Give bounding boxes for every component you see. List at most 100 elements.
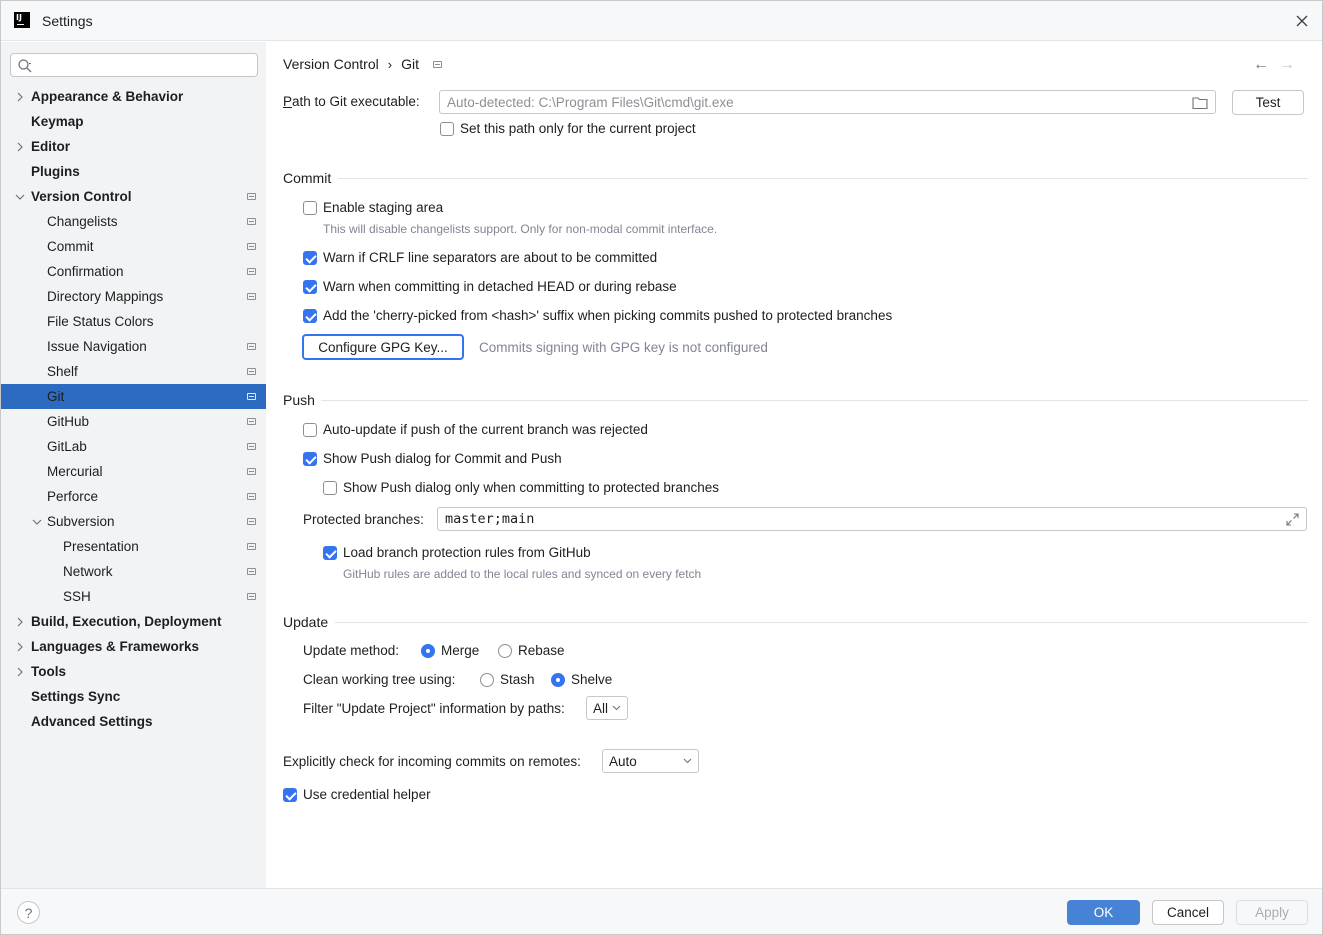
sidebar-item-mercurial[interactable]: Mercurial xyxy=(1,459,266,484)
cancel-button[interactable]: Cancel xyxy=(1152,900,1224,925)
chevron-down-icon xyxy=(32,519,42,525)
project-scope-icon xyxy=(247,568,256,575)
sidebar-item-label: File Status Colors xyxy=(47,314,154,329)
search-icon xyxy=(18,59,32,73)
credential-helper-checkbox[interactable]: Use credential helper xyxy=(283,787,431,802)
close-button[interactable] xyxy=(1292,11,1312,31)
sidebar-item-changelists[interactable]: Changelists xyxy=(1,209,266,234)
dialog-button-bar: ? OK Cancel Apply xyxy=(1,888,1322,934)
settings-sidebar: Appearance & Behavior Keymap Editor Plug… xyxy=(1,42,266,888)
project-scope-icon xyxy=(247,218,256,225)
incoming-commits-label: Explicitly check for incoming commits on… xyxy=(283,754,581,769)
sidebar-item-languages-frameworks[interactable]: Languages & Frameworks xyxy=(1,634,266,659)
sidebar-item-plugins[interactable]: Plugins xyxy=(1,159,266,184)
sidebar-item-issue-navigation[interactable]: Issue Navigation xyxy=(1,334,266,359)
protected-branches-input[interactable] xyxy=(438,508,1306,530)
chevron-right-icon xyxy=(17,617,23,627)
sidebar-item-git[interactable]: Git xyxy=(1,384,266,409)
protected-branches-field xyxy=(437,507,1307,531)
staging-area-checkbox[interactable]: Enable staging area xyxy=(303,200,443,215)
checkbox-box xyxy=(323,545,337,560)
sidebar-item-label: Build, Execution, Deployment xyxy=(31,614,222,629)
forward-arrow-icon[interactable]: → xyxy=(1279,56,1295,74)
checkbox-box xyxy=(303,200,317,215)
apply-button[interactable]: Apply xyxy=(1236,900,1308,925)
sidebar-item-file-status-colors[interactable]: File Status Colors xyxy=(1,309,266,334)
intellij-logo-icon: IJ xyxy=(14,12,30,28)
settings-search xyxy=(10,53,258,77)
merge-radio[interactable]: Merge xyxy=(421,643,479,658)
sidebar-item-presentation[interactable]: Presentation xyxy=(1,534,266,559)
sidebar-item-github[interactable]: GitHub xyxy=(1,409,266,434)
sidebar-item-network[interactable]: Network xyxy=(1,559,266,584)
filter-paths-label: Filter "Update Project" information by p… xyxy=(303,701,565,716)
sidebar-item-shelf[interactable]: Shelf xyxy=(1,359,266,384)
sidebar-item-tools[interactable]: Tools xyxy=(1,659,266,684)
show-push-dialog-checkbox[interactable]: Show Push dialog for Commit and Push xyxy=(303,451,562,466)
sidebar-item-perforce[interactable]: Perforce xyxy=(1,484,266,509)
project-only-checkbox[interactable]: Set this path only for the current proje… xyxy=(440,121,696,136)
sidebar-item-label: Plugins xyxy=(31,164,80,179)
sidebar-item-label: Tools xyxy=(31,664,66,679)
github-protection-rules-checkbox[interactable]: Load branch protection rules from GitHub xyxy=(323,545,591,560)
filter-paths-dropdown[interactable]: All xyxy=(586,696,628,720)
push-dialog-protected-only-checkbox[interactable]: Show Push dialog only when committing to… xyxy=(323,480,719,495)
project-scope-icon xyxy=(247,368,256,375)
git-path-label-mnemonic: P xyxy=(283,94,293,109)
sidebar-item-directory-mappings[interactable]: Directory Mappings xyxy=(1,284,266,309)
sidebar-item-confirmation[interactable]: Confirmation xyxy=(1,259,266,284)
search-input[interactable] xyxy=(37,56,252,74)
sidebar-item-subversion[interactable]: Subversion xyxy=(1,509,266,534)
crlf-warning-checkbox[interactable]: Warn if CRLF line separators are about t… xyxy=(303,250,657,265)
chevron-down-icon xyxy=(612,705,621,711)
sidebar-item-label: Perforce xyxy=(47,489,99,504)
folder-icon[interactable] xyxy=(1192,96,1208,110)
project-scope-icon xyxy=(247,243,256,250)
breadcrumb-current: Git xyxy=(401,56,419,72)
checkbox-box xyxy=(303,250,317,265)
test-button[interactable]: Test xyxy=(1232,90,1304,115)
checkbox-box xyxy=(440,121,454,136)
project-scope-icon xyxy=(247,593,256,600)
sidebar-item-ssh[interactable]: SSH xyxy=(1,584,266,609)
shelve-radio[interactable]: Shelve xyxy=(551,672,612,687)
sidebar-item-editor[interactable]: Editor xyxy=(1,134,266,159)
sidebar-item-settings-sync[interactable]: Settings Sync xyxy=(1,684,266,709)
checkbox-box xyxy=(303,422,317,437)
project-scope-icon xyxy=(247,393,256,400)
project-scope-icon xyxy=(247,343,256,350)
sidebar-item-label: Version Control xyxy=(31,189,132,204)
sidebar-item-version-control[interactable]: Version Control xyxy=(1,184,266,209)
dropdown-value: Auto xyxy=(609,753,637,769)
checkbox-label: Load branch protection rules from GitHub xyxy=(343,545,591,560)
back-arrow-icon[interactable]: ← xyxy=(1253,56,1269,74)
incoming-commits-dropdown[interactable]: Auto xyxy=(602,749,699,773)
checkbox-label: Show Push dialog for Commit and Push xyxy=(323,451,562,466)
sidebar-item-advanced-settings[interactable]: Advanced Settings xyxy=(1,709,266,734)
sidebar-item-commit[interactable]: Commit xyxy=(1,234,266,259)
breadcrumb-separator: › xyxy=(387,56,393,72)
sidebar-item-label: GitHub xyxy=(47,414,90,429)
git-path-input[interactable] xyxy=(440,91,1215,113)
checkbox-label: Auto-update if push of the current branc… xyxy=(323,422,648,437)
configure-gpg-key-button[interactable]: Configure GPG Key... xyxy=(302,334,464,360)
rebase-radio[interactable]: Rebase xyxy=(498,643,565,658)
sidebar-item-keymap[interactable]: Keymap xyxy=(1,109,266,134)
breadcrumb-parent[interactable]: Version Control xyxy=(283,56,379,72)
help-button[interactable]: ? xyxy=(17,901,40,924)
cherry-picked-suffix-checkbox[interactable]: Add the 'cherry-picked from <hash>' suff… xyxy=(303,308,892,323)
checkbox-label: Set this path only for the current proje… xyxy=(460,121,696,136)
sidebar-item-appearance-behavior[interactable]: Appearance & Behavior xyxy=(1,84,266,109)
sidebar-item-build-execution-deployment[interactable]: Build, Execution, Deployment xyxy=(1,609,266,634)
sidebar-item-label: Editor xyxy=(31,139,70,154)
stash-radio[interactable]: Stash xyxy=(480,672,535,687)
project-scope-icon xyxy=(247,418,256,425)
ok-button[interactable]: OK xyxy=(1067,900,1140,925)
expand-icon[interactable] xyxy=(1286,513,1299,526)
sidebar-item-label: Settings Sync xyxy=(31,689,121,704)
project-scope-icon xyxy=(247,543,256,550)
sidebar-item-gitlab[interactable]: GitLab xyxy=(1,434,266,459)
auto-update-checkbox[interactable]: Auto-update if push of the current branc… xyxy=(303,422,648,437)
clean-tree-label: Clean working tree using: xyxy=(303,672,456,687)
detached-head-checkbox[interactable]: Warn when committing in detached HEAD or… xyxy=(303,279,677,294)
